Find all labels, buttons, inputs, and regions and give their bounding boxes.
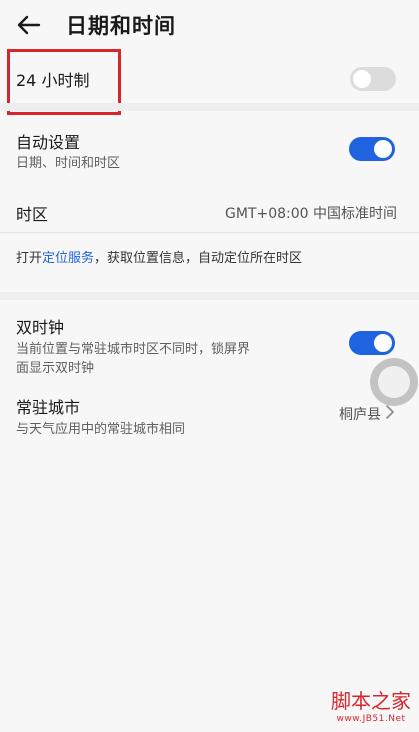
toggle-knob bbox=[374, 140, 392, 158]
timezone-label: 时区 bbox=[16, 205, 49, 224]
dual-clock-subtitle-line1: 当前位置与常驻城市时区不同时，锁屏界 bbox=[16, 342, 251, 357]
section-divider bbox=[0, 292, 419, 300]
dual-clock-title: 双时钟 bbox=[16, 318, 65, 337]
watermark-url: www.JB51.Net bbox=[336, 714, 406, 724]
toggle-knob bbox=[374, 334, 392, 352]
section-divider bbox=[0, 103, 419, 111]
location-service-link[interactable]: 定位服务 bbox=[42, 251, 94, 266]
home-city-subtitle: 与天气应用中的常驻城市相同 bbox=[16, 422, 186, 437]
location-note-text: 打开定位服务，获取位置信息，自动定位所在时区 bbox=[16, 247, 302, 266]
floating-assist-button[interactable] bbox=[370, 358, 418, 406]
timezone-row[interactable]: 时区 GMT+08:00 中国标准时间 bbox=[0, 196, 419, 232]
floating-assist-inner bbox=[378, 366, 410, 398]
dual-clock-row[interactable]: 双时钟 当前位置与常驻城市时区不同时，锁屏界 面显示双时钟 bbox=[0, 310, 419, 376]
row-divider bbox=[0, 232, 419, 233]
auto-set-subtitle: 日期、时间和时区 bbox=[16, 156, 121, 171]
auto-set-toggle[interactable] bbox=[349, 137, 395, 161]
location-note: 打开定位服务，获取位置信息，自动定位所在时区 bbox=[0, 243, 419, 273]
app-header: 日期和时间 bbox=[0, 0, 419, 50]
home-city-title: 常驻城市 bbox=[16, 398, 81, 417]
location-note-prefix: 打开 bbox=[16, 251, 43, 266]
auto-set-title: 自动设置 bbox=[16, 133, 81, 152]
back-button[interactable] bbox=[14, 10, 44, 40]
dual-clock-toggle[interactable] bbox=[349, 331, 395, 355]
home-city-row[interactable]: 常驻城市 与天气应用中的常驻城市相同 桐庐县 bbox=[0, 389, 419, 437]
watermark: 脚本之家 www.JB51.Net bbox=[331, 685, 411, 724]
timezone-value: GMT+08:00 中国标准时间 bbox=[224, 206, 397, 222]
auto-set-row[interactable]: 自动设置 日期、时间和时区 bbox=[0, 124, 419, 180]
home-city-value: 桐庐县 bbox=[339, 407, 381, 423]
chevron-right-icon bbox=[386, 405, 394, 419]
dual-clock-subtitle-line2: 面显示双时钟 bbox=[16, 361, 95, 376]
page-title: 日期和时间 bbox=[66, 14, 176, 38]
arrow-left-icon bbox=[17, 15, 41, 35]
watermark-text: 脚本之家 bbox=[331, 689, 411, 713]
hour24-toggle[interactable] bbox=[350, 67, 396, 91]
location-note-suffix: ，获取位置信息，自动定位所在时区 bbox=[94, 251, 303, 266]
toggle-knob bbox=[353, 70, 371, 88]
